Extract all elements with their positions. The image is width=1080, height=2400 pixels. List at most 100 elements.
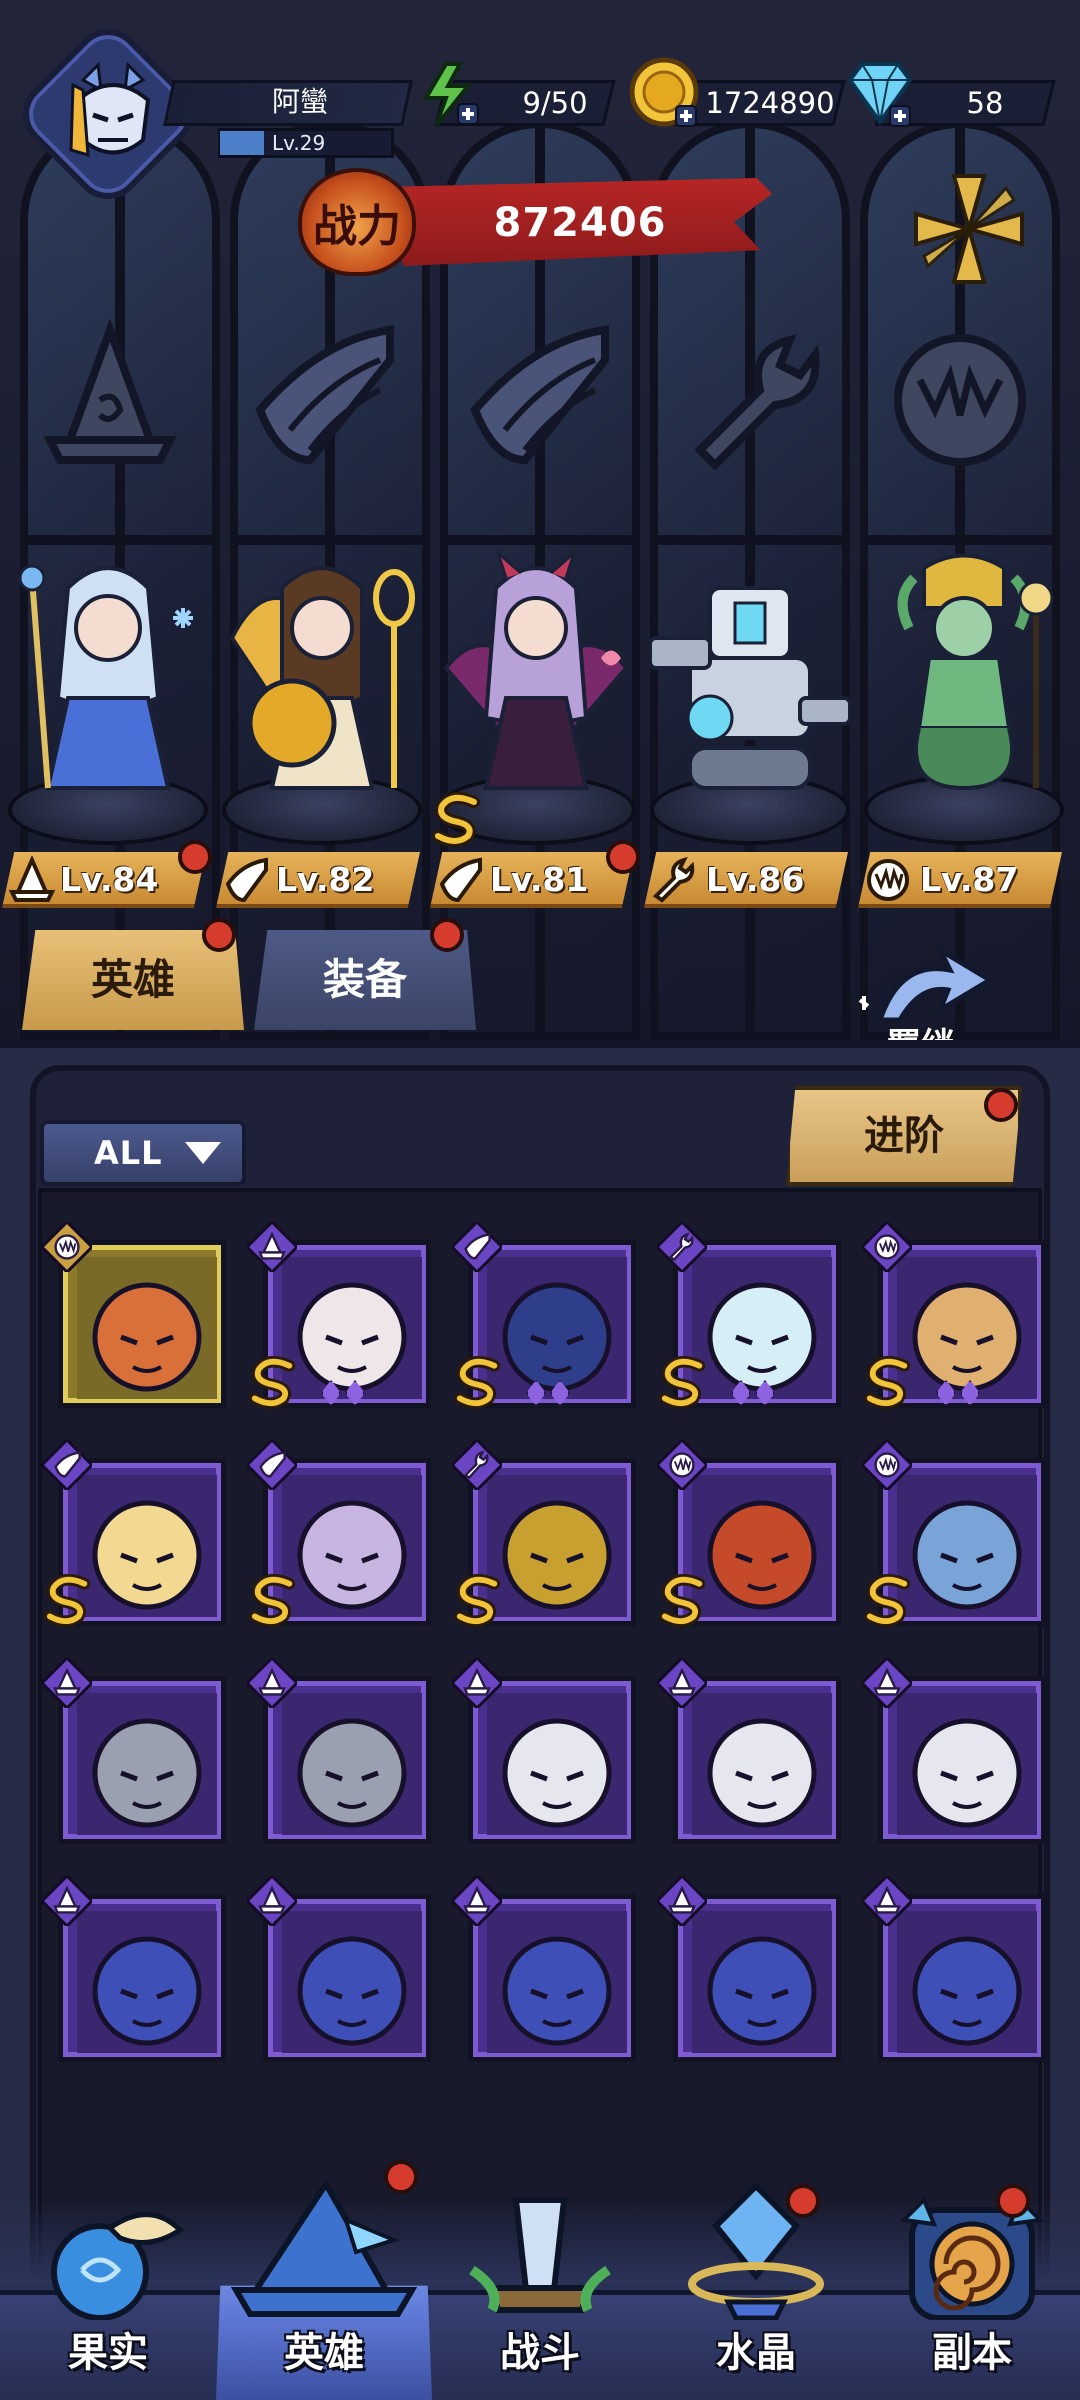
hero-portrait	[282, 1911, 422, 2053]
alert-dot	[996, 2184, 1030, 2218]
hero-portrait	[282, 1693, 422, 1835]
power-label: 战力	[313, 201, 401, 252]
hero-level: Lv.82	[276, 860, 375, 899]
wrench-icon	[650, 856, 698, 904]
grade-s-badge	[44, 1573, 94, 1627]
wing-icon	[240, 320, 400, 480]
alert-dot	[430, 918, 464, 952]
mage-hat-icon	[30, 318, 190, 480]
dungeon-portal-icon	[864, 2180, 1080, 2321]
pinwheel-menu-icon[interactable]	[906, 166, 1032, 292]
hero-portrait	[487, 1257, 627, 1399]
avatar[interactable]	[58, 56, 168, 174]
mage-hat-icon	[244, 1219, 300, 1275]
level-progress-fill	[220, 131, 264, 155]
team-hero-5[interactable]	[864, 548, 1064, 808]
mage-hat-icon	[654, 1655, 710, 1711]
diamond-add-icon[interactable]	[840, 56, 920, 132]
grade-s-badge	[249, 1355, 299, 1409]
power-value: 872406	[493, 200, 667, 246]
star-gem-icon	[526, 1380, 546, 1406]
gold-add-icon[interactable]	[628, 56, 704, 132]
star-gem-icon	[550, 1380, 570, 1406]
alert-dot	[178, 840, 212, 874]
filter-dropdown[interactable]: ALL	[40, 1120, 246, 1186]
hero-level: Lv.86	[706, 860, 805, 899]
hero-portrait	[77, 1693, 217, 1835]
hero-portrait	[282, 1475, 422, 1617]
wrench-icon	[449, 1437, 505, 1493]
star-gem-icon	[731, 1380, 751, 1406]
nav-label: 果实	[68, 2330, 148, 2376]
wing-icon	[455, 320, 615, 480]
fruit-icon	[0, 2180, 216, 2321]
team-hero-1[interactable]	[8, 548, 208, 808]
hero-portrait	[897, 1257, 1037, 1399]
team-hero-2[interactable]	[222, 548, 422, 808]
energy-value: 9/50	[522, 86, 588, 120]
power-badge: 战力	[298, 168, 416, 276]
grade-s-badge	[432, 791, 484, 848]
team-hero-4[interactable]	[648, 548, 852, 808]
wing-icon	[436, 856, 484, 904]
battle-sword-icon	[432, 2180, 648, 2320]
hero-level: Lv.81	[490, 860, 589, 899]
nav-label: 战斗	[500, 2330, 580, 2376]
mage-hat-icon	[244, 1655, 300, 1711]
hero-portrait	[77, 1475, 217, 1617]
alert-dot	[202, 918, 236, 952]
beast-claw-icon	[654, 1437, 710, 1493]
beast-claw-icon	[859, 1437, 915, 1493]
alert-dot	[606, 840, 640, 874]
grade-s-badge	[249, 1573, 299, 1627]
hero-level: Lv.84	[60, 860, 159, 899]
mage-hat-icon	[859, 1873, 915, 1929]
wing-icon	[449, 1219, 505, 1275]
mage-hat-icon	[39, 1873, 95, 1929]
grade-s-badge	[454, 1355, 504, 1409]
energy-add-icon[interactable]	[416, 60, 486, 130]
wrench-icon	[654, 1219, 710, 1275]
hero-portrait	[77, 1257, 217, 1399]
mage-hat-icon	[244, 1873, 300, 1929]
nav-label: 副本	[932, 2330, 1012, 2376]
hero-portrait	[897, 1693, 1037, 1835]
nav-label: 英雄	[284, 2330, 364, 2376]
hero-portrait	[897, 1475, 1037, 1617]
grade-s-badge	[659, 1355, 709, 1409]
gold-value: 1724890	[705, 86, 835, 120]
diamond-value: 58	[966, 86, 1004, 120]
wing-icon	[39, 1437, 95, 1493]
chevron-down-icon	[184, 1142, 221, 1164]
grade-s-badge	[864, 1573, 914, 1627]
grade-s-badge	[864, 1355, 914, 1409]
star-rating	[731, 1380, 775, 1410]
hero-portrait	[282, 1257, 422, 1399]
alert-dot	[984, 1088, 1018, 1122]
hero-level: Lv.87	[920, 860, 1019, 899]
player-name: 阿蠻	[271, 85, 328, 118]
star-gem-icon	[755, 1380, 775, 1406]
filter-label: ALL	[94, 1134, 163, 1172]
hero-portrait	[77, 1911, 217, 2053]
grade-s-badge	[454, 1573, 504, 1627]
team-hero-3[interactable]	[436, 548, 636, 808]
star-gem-icon	[936, 1380, 956, 1406]
hero-portrait	[487, 1475, 627, 1617]
mage-hat-icon	[449, 1655, 505, 1711]
hero-portrait	[487, 1911, 627, 2053]
beast-claw-icon	[864, 856, 912, 904]
crystal-icon	[648, 2180, 864, 2321]
hero-portrait	[692, 1257, 832, 1399]
star-rating	[936, 1380, 980, 1410]
mage-hat-icon	[654, 1873, 710, 1929]
star-gem-icon	[321, 1380, 341, 1406]
hero-portrait	[692, 1475, 832, 1617]
mage-hat-icon	[859, 1655, 915, 1711]
mage-hat-icon	[8, 855, 56, 904]
wing-icon	[222, 856, 270, 904]
hero-portrait	[692, 1911, 832, 2053]
beast-claw-icon	[880, 320, 1040, 480]
star-gem-icon	[960, 1380, 980, 1406]
grade-s-badge	[659, 1573, 709, 1627]
